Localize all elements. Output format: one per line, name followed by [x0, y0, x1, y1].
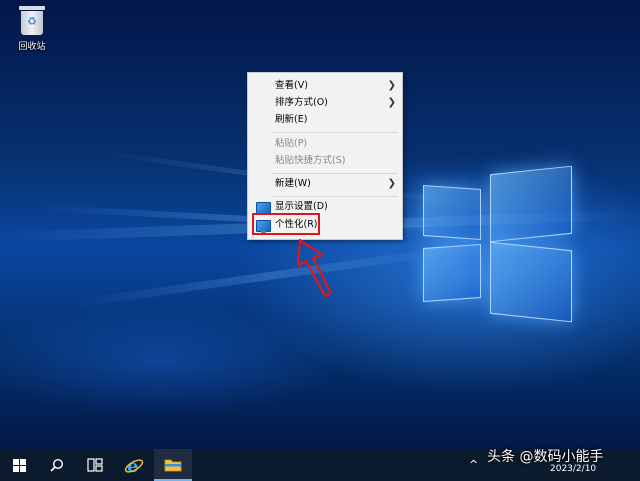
windows-start-icon	[12, 458, 26, 472]
menu-separator	[272, 132, 398, 133]
menu-separator	[272, 196, 398, 197]
task-view-icon	[87, 458, 103, 472]
recycle-bin-icon: ♻	[18, 4, 46, 36]
wallpaper-logo-pane	[423, 243, 481, 303]
file-explorer-button[interactable]	[154, 449, 192, 481]
menu-item-new[interactable]: 新建(W) ❯	[248, 175, 402, 193]
menu-item-view[interactable]: 查看(V) ❯	[248, 77, 402, 95]
recycle-bin-label: 回收站	[18, 42, 46, 52]
search-button[interactable]	[38, 449, 76, 481]
menu-item-label: 排序方式(O)	[275, 97, 328, 108]
start-button[interactable]	[0, 449, 38, 481]
chevron-right-icon: ❯	[387, 97, 396, 108]
task-view-button[interactable]	[76, 449, 114, 481]
menu-item-label: 查看(V)	[275, 80, 308, 91]
chevron-right-icon: ❯	[387, 80, 396, 91]
menu-item-label: 刷新(E)	[275, 114, 308, 125]
menu-item-label: 粘贴(P)	[275, 138, 308, 149]
menu-item-label: 新建(W)	[275, 178, 311, 189]
highlight-box	[252, 213, 320, 235]
menu-item-sort[interactable]: 排序方式(O) ❯	[248, 94, 402, 112]
tray-chevron-up-icon[interactable]: ^	[469, 449, 481, 481]
menu-item-paste[interactable]: 粘贴(P)	[248, 135, 402, 153]
menu-item-refresh[interactable]: 刷新(E)	[248, 111, 402, 129]
file-explorer-icon	[164, 459, 182, 471]
light-beam	[69, 244, 467, 308]
red-arrow-pointer	[296, 238, 333, 298]
internet-explorer-button[interactable]: e	[114, 449, 154, 481]
search-icon	[50, 458, 64, 472]
chevron-right-icon: ❯	[387, 178, 396, 189]
wallpaper-logo-pane	[490, 241, 572, 323]
menu-separator	[272, 173, 398, 174]
wallpaper-logo-pane	[423, 184, 481, 241]
menu-item-paste-shortcut[interactable]: 粘贴快捷方式(S)	[248, 152, 402, 170]
recycle-bin[interactable]: ♻ 回收站	[10, 4, 54, 52]
menu-item-label: 粘贴快捷方式(S)	[275, 155, 346, 166]
wallpaper-logo-pane	[490, 165, 572, 243]
taskbar-date[interactable]: 2023/2/10	[550, 464, 596, 474]
ie-icon: e	[124, 456, 144, 475]
watermark-text: 头条 @数码小能手	[487, 449, 604, 465]
